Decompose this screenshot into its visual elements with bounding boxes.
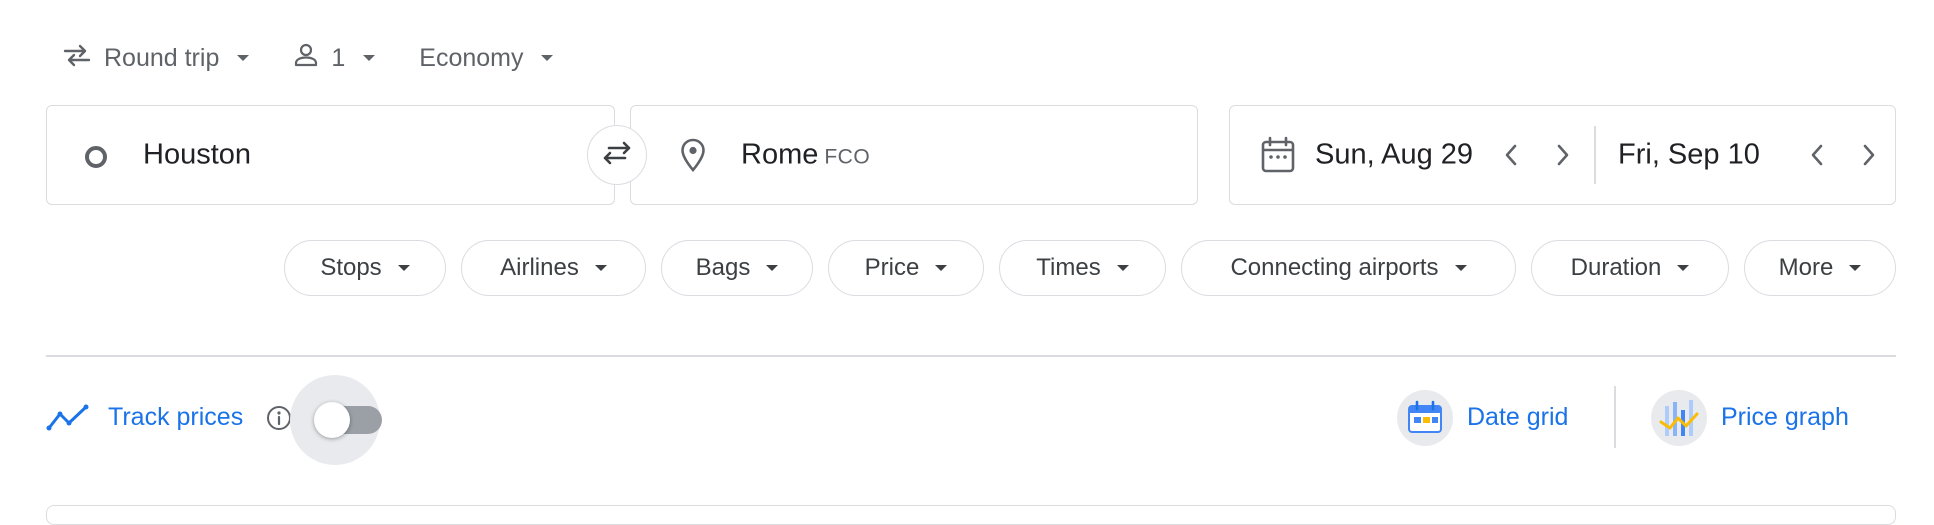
filter-label: Bags	[695, 254, 751, 281]
filter-label: Times	[1036, 254, 1101, 281]
swap-icon	[599, 138, 635, 173]
results-card	[46, 505, 1896, 525]
filter-label: Connecting airports	[1230, 254, 1439, 281]
tools-divider	[1614, 386, 1616, 448]
swap-button[interactable]	[587, 125, 647, 185]
chevron-down-icon	[594, 265, 607, 271]
destination-value: Rome FCO	[741, 139, 870, 172]
calendar-icon	[1260, 136, 1296, 179]
cabin-class-select[interactable]: Economy	[419, 43, 554, 73]
filter-label: More	[1778, 254, 1834, 281]
chevron-down-icon	[935, 265, 948, 271]
trip-type-select[interactable]: Round trip	[62, 43, 250, 74]
destination-city: Rome	[741, 138, 819, 171]
filter-bags[interactable]: Bags	[661, 240, 813, 296]
swap-arrows-icon	[62, 43, 92, 74]
chevron-left-icon	[1505, 144, 1517, 166]
date-divider	[1594, 126, 1596, 184]
trend-icon	[46, 404, 90, 437]
passengers-select[interactable]: 1	[293, 42, 376, 75]
section-divider	[46, 355, 1896, 357]
date-grid-label: Date grid	[1467, 403, 1569, 431]
origin-field[interactable]: Houston	[46, 105, 615, 205]
trip-options-bar: Round trip 1 Economy	[62, 38, 597, 78]
origin-value: Houston	[143, 138, 252, 171]
chevron-left-icon	[1811, 144, 1823, 166]
chevron-down-icon	[541, 55, 554, 61]
destination-field[interactable]: Rome FCO	[630, 105, 1198, 205]
passengers-count: 1	[331, 43, 346, 72]
filter-airlines[interactable]: Airlines	[461, 240, 646, 296]
return-date[interactable]: Fri, Sep 10	[1618, 139, 1760, 172]
return-next-button[interactable]	[1855, 141, 1883, 169]
date-grid-icon	[1397, 390, 1453, 446]
location-pin-icon	[679, 138, 707, 177]
price-graph-icon	[1651, 390, 1707, 446]
chevron-down-icon	[237, 55, 250, 61]
chevron-down-icon	[1677, 265, 1690, 271]
info-icon[interactable]	[266, 405, 292, 436]
chevron-down-icon	[1849, 265, 1862, 271]
destination-code: FCO	[824, 145, 871, 169]
depart-date[interactable]: Sun, Aug 29	[1315, 139, 1473, 172]
chevron-down-icon	[397, 265, 410, 271]
chevron-right-icon	[1557, 144, 1569, 166]
toggle-knob	[314, 402, 350, 438]
depart-next-button[interactable]	[1549, 141, 1577, 169]
filter-label: Airlines	[500, 254, 579, 281]
filter-price[interactable]: Price	[828, 240, 984, 296]
filter-connecting-airports[interactable]: Connecting airports	[1181, 240, 1516, 296]
depart-prev-button[interactable]	[1497, 141, 1525, 169]
filter-more[interactable]: More	[1744, 240, 1896, 296]
filter-label: Price	[864, 254, 920, 281]
price-graph-label: Price graph	[1721, 403, 1849, 431]
cabin-class-label: Economy	[419, 43, 524, 72]
filter-label: Duration	[1570, 254, 1662, 281]
person-icon	[293, 42, 319, 75]
chevron-down-icon	[766, 265, 779, 271]
track-prices-toggle[interactable]	[314, 402, 382, 438]
filter-times[interactable]: Times	[999, 240, 1166, 296]
chevron-down-icon	[1454, 265, 1467, 271]
filter-stops[interactable]: Stops	[284, 240, 446, 296]
chevron-down-icon	[1116, 265, 1129, 271]
chevron-down-icon	[363, 55, 376, 61]
chevron-right-icon	[1863, 144, 1875, 166]
price-graph-button[interactable]: Price graph	[1651, 390, 1891, 446]
filter-label: Stops	[320, 254, 382, 281]
return-prev-button[interactable]	[1803, 141, 1831, 169]
filter-duration[interactable]: Duration	[1531, 240, 1729, 296]
origin-circle-icon	[83, 144, 109, 175]
track-prices-label[interactable]: Track prices	[108, 403, 243, 432]
trip-type-label: Round trip	[104, 43, 220, 72]
